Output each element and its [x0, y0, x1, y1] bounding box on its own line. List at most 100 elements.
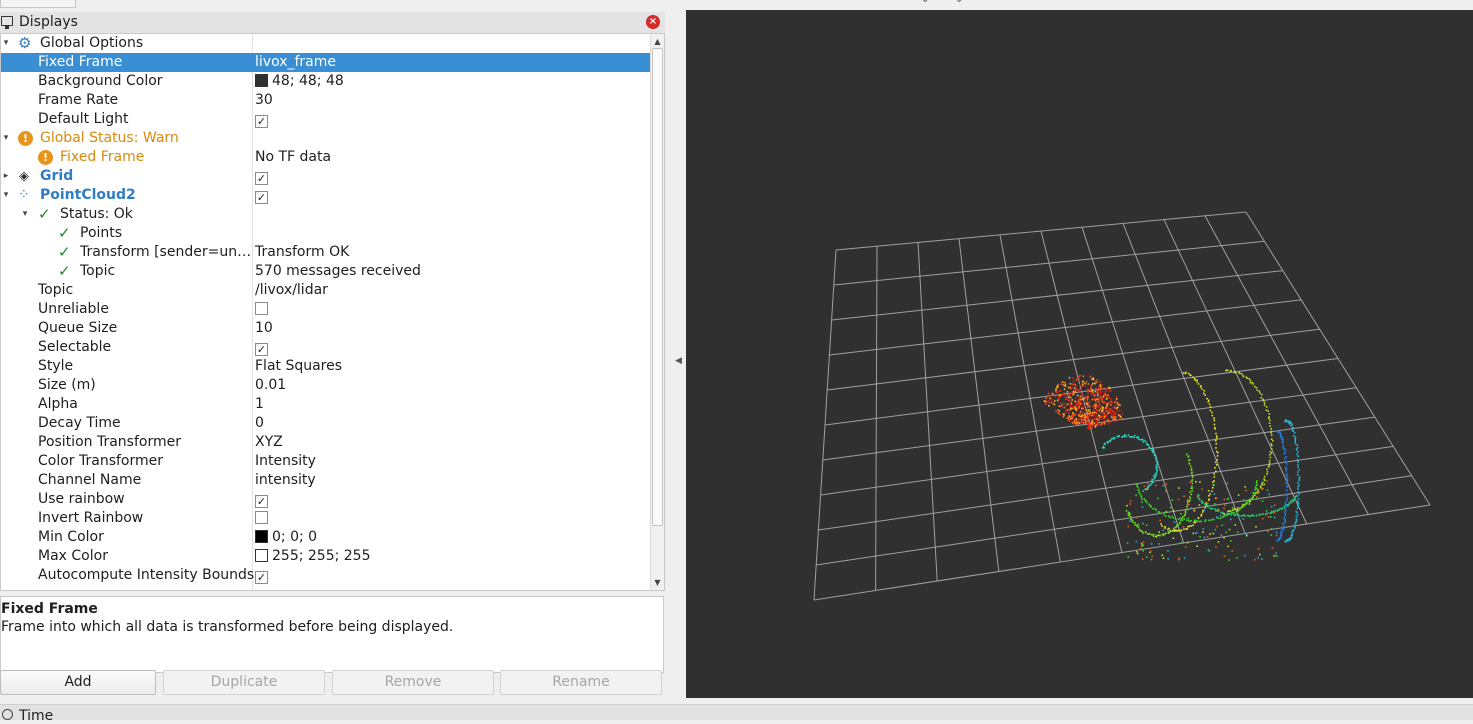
panel-splitter[interactable]: ◀ [665, 10, 686, 700]
cloud-point [1059, 405, 1062, 408]
duplicate-display-button[interactable]: Duplicate [163, 670, 325, 695]
3d-render-viewport[interactable] [686, 10, 1473, 698]
color-swatch[interactable] [255, 74, 268, 87]
cloud-point [1140, 495, 1143, 497]
cloud-point [1064, 381, 1066, 384]
tree-row-grid[interactable]: ▸ ◈ Grid ✓ [1, 167, 650, 186]
expand-arrow-icon[interactable]: ▾ [1, 186, 11, 205]
color-swatch[interactable] [255, 530, 268, 543]
chevron-down-icon[interactable]: ⌄ [955, 0, 963, 5]
tree-row-size[interactable]: Size (m) 0.01 [1, 376, 650, 395]
cloud-point [1117, 414, 1120, 416]
tree-row-topic[interactable]: Topic /livox/lidar [1, 281, 650, 300]
collapsed-arrow-icon[interactable]: ▸ [1, 167, 11, 186]
tree-row-style[interactable]: Style Flat Squares [1, 357, 650, 376]
display-property-tree[interactable]: ▾ ⚙ Global Options Fixed Frame livox_fra… [0, 33, 665, 591]
autocompute-intensity-bounds-checkbox[interactable]: ✓ [255, 571, 268, 584]
chevron-down-icon[interactable]: ⌄ [921, 0, 929, 5]
use-rainbow-checkbox[interactable]: ✓ [255, 495, 268, 508]
tree-row-global-status[interactable]: ▾ ! Global Status: Warn [1, 129, 650, 148]
tree-row-decay-time[interactable]: Decay Time 0 [1, 414, 650, 433]
cloud-point [1244, 486, 1246, 488]
position-transformer-value[interactable]: XYZ [255, 433, 283, 452]
tree-row-pointcloud2[interactable]: ▾ ⁘ PointCloud2 ✓ [1, 186, 650, 205]
tree-row-status-topic[interactable]: ✓ Topic 570 messages received [1, 262, 650, 281]
cloud-point [1092, 411, 1094, 414]
size-value[interactable]: 0.01 [255, 376, 286, 395]
tree-row-autocompute-intensity-bounds[interactable]: Autocompute Intensity Bounds ✓ [1, 566, 650, 585]
cloud-point [1297, 466, 1299, 468]
topic-value[interactable]: /livox/lidar [255, 281, 328, 300]
expand-arrow-icon[interactable]: ▾ [1, 129, 11, 148]
cloud-point [1108, 401, 1111, 404]
tree-row-min-color[interactable]: Min Color 0; 0; 0 [1, 528, 650, 547]
status-message: 570 messages received [255, 263, 421, 279]
pointcloud2-enable-checkbox[interactable]: ✓ [255, 191, 268, 204]
tree-row-queue-size[interactable]: Queue Size 10 [1, 319, 650, 338]
frame-rate-value[interactable]: 30 [255, 91, 273, 110]
tree-row-position-transformer[interactable]: Position Transformer XYZ [1, 433, 650, 452]
tree-row-transform[interactable]: ✓ Transform [sender=un… Transform OK [1, 243, 650, 262]
rename-display-button[interactable]: Rename [500, 670, 662, 695]
tree-row-unreliable[interactable]: Unreliable [1, 300, 650, 319]
expand-arrow-icon[interactable]: ▾ [20, 205, 30, 224]
remove-display-button[interactable]: Remove [332, 670, 494, 695]
cloud-point [1078, 398, 1080, 400]
expand-arrow-icon[interactable]: ▾ [1, 34, 11, 53]
default-light-checkbox[interactable]: ✓ [255, 115, 268, 128]
tree-row-points[interactable]: ✓ Points [1, 224, 650, 243]
tree-row-global-options[interactable]: ▾ ⚙ Global Options [1, 34, 650, 53]
cloud-point [1191, 480, 1193, 482]
tree-row-background-color[interactable]: Background Color 48; 48; 48 [1, 72, 650, 91]
scroll-up-arrow-icon[interactable]: ▲ [651, 35, 664, 48]
cloud-point [1077, 414, 1080, 416]
close-panel-button[interactable]: × [646, 15, 660, 29]
cloud-point [1213, 483, 1215, 486]
decay-time-value[interactable]: 0 [255, 414, 264, 433]
channel-name-value[interactable]: intensity [255, 471, 316, 490]
cloud-point [1136, 485, 1139, 488]
cloud-point [1091, 378, 1093, 380]
style-value[interactable]: Flat Squares [255, 357, 342, 376]
cloud-point [1223, 555, 1226, 557]
tree-row-fixed-frame[interactable]: Fixed Frame livox_frame [1, 53, 650, 72]
cloud-point [1213, 419, 1215, 422]
grid-enable-checkbox[interactable]: ✓ [255, 172, 268, 185]
cloud-point [1105, 395, 1107, 397]
scroll-down-arrow-icon[interactable]: ▼ [651, 576, 664, 589]
unreliable-checkbox[interactable] [255, 302, 268, 315]
min-color-value[interactable]: 0; 0; 0 [255, 528, 317, 547]
tree-row-frame-rate[interactable]: Frame Rate 30 [1, 91, 650, 110]
cloud-point [1113, 415, 1116, 418]
cloud-point [1214, 528, 1217, 531]
add-display-button[interactable]: Add [0, 670, 156, 695]
cloud-point [1074, 400, 1077, 403]
tree-row-status-ok[interactable]: ▾ ✓ Status: Ok [1, 205, 650, 224]
fixed-frame-value[interactable]: livox_frame [255, 53, 336, 72]
tree-row-invert-rainbow[interactable]: Invert Rainbow [1, 509, 650, 528]
max-color-value[interactable]: 255; 255; 255 [255, 547, 371, 566]
tree-row-use-rainbow[interactable]: Use rainbow ✓ [1, 490, 650, 509]
background-color-value[interactable]: 48; 48; 48 [255, 72, 344, 91]
tree-vertical-scrollbar[interactable]: ▲ ▼ [650, 34, 664, 590]
selectable-checkbox[interactable]: ✓ [255, 343, 268, 356]
invert-rainbow-checkbox[interactable] [255, 511, 268, 524]
tree-row-default-light[interactable]: Default Light ✓ [1, 110, 650, 129]
cloud-point [1049, 394, 1052, 397]
tree-row-max-color[interactable]: Max Color 255; 255; 255 [1, 547, 650, 566]
color-transformer-value[interactable]: Intensity [255, 452, 316, 471]
queue-size-value[interactable]: 10 [255, 319, 273, 338]
tree-row-selectable[interactable]: Selectable ✓ [1, 338, 650, 357]
tree-row-alpha[interactable]: Alpha 1 [1, 395, 650, 414]
cloud-point [1152, 535, 1155, 538]
scrollbar-thumb[interactable] [652, 48, 663, 526]
cloud-point [1101, 384, 1103, 386]
color-swatch[interactable] [255, 549, 268, 562]
tree-row-color-transformer[interactable]: Color Transformer Intensity [1, 452, 650, 471]
tree-row-status-fixed-frame[interactable]: ! Fixed Frame No TF data [1, 148, 650, 167]
collapse-arrow-icon[interactable]: ◀ [675, 356, 682, 366]
tree-row-channel-name[interactable]: Channel Name intensity [1, 471, 650, 490]
alpha-value[interactable]: 1 [255, 395, 264, 414]
cloud-point [1165, 515, 1167, 517]
cloud-point [1296, 513, 1299, 516]
